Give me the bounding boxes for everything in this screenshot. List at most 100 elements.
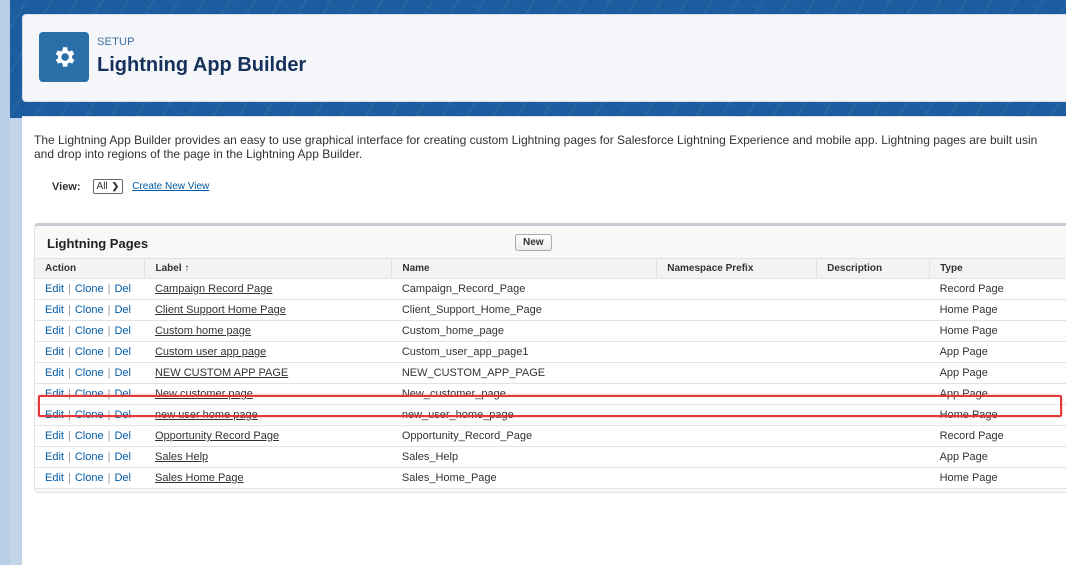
page-label-link[interactable]: New customer page xyxy=(155,388,253,400)
clone-link[interactable]: Clone xyxy=(75,367,104,379)
namespace-cell xyxy=(656,341,817,363)
delete-link[interactable]: Del xyxy=(114,283,131,295)
clone-link[interactable]: Clone xyxy=(75,430,104,442)
page-label-link[interactable]: Custom home page xyxy=(155,325,251,337)
edit-link[interactable]: Edit xyxy=(45,430,64,442)
description-cell xyxy=(816,299,930,321)
clone-link[interactable]: Clone xyxy=(75,409,104,421)
delete-link[interactable]: Del xyxy=(114,325,131,337)
type-cell: App Page xyxy=(929,446,1066,468)
namespace-cell xyxy=(656,299,817,321)
edit-link[interactable]: Edit xyxy=(45,283,64,295)
type-cell: Home Page xyxy=(929,320,1066,342)
type-cell: App Page xyxy=(929,383,1066,405)
delete-link[interactable]: Del xyxy=(114,304,131,316)
left-rail xyxy=(0,0,10,565)
page-label-link[interactable]: NEW CUSTOM APP PAGE xyxy=(155,367,288,379)
action-separator: | xyxy=(67,304,71,316)
list-title: Lightning Pages xyxy=(47,236,149,251)
action-separator: | xyxy=(107,388,111,400)
breadcrumb: SETUP xyxy=(97,36,135,48)
column-header-name[interactable]: Name xyxy=(391,258,658,279)
namespace-cell xyxy=(656,467,817,489)
table-row: Edit | Clone | Del Campaign Record Page Campai… xyxy=(35,278,1066,300)
label-cell: Custom home page xyxy=(144,320,392,342)
page-label-link[interactable]: Opportunity Record Page xyxy=(155,430,279,442)
main-content: The Lightning App Builder provides an ea… xyxy=(22,116,1066,565)
edit-link[interactable]: Edit xyxy=(45,472,64,484)
type-cell: Home Page xyxy=(929,467,1066,489)
delete-link[interactable]: Del xyxy=(114,367,131,379)
name-cell: Client_Support_Home_Page xyxy=(391,299,657,321)
delete-link[interactable]: Del xyxy=(114,409,131,421)
row-actions: Edit | Clone | Del xyxy=(35,425,145,447)
new-button[interactable]: New xyxy=(515,234,552,251)
page-label-link[interactable]: new user home page xyxy=(155,409,258,421)
action-separator: | xyxy=(67,451,71,463)
clone-link[interactable]: Clone xyxy=(75,346,104,358)
edit-link[interactable]: Edit xyxy=(45,325,64,337)
delete-link[interactable]: Del xyxy=(114,451,131,463)
description-cell xyxy=(816,278,930,300)
page-label-link[interactable]: Sales Home Page xyxy=(155,472,244,484)
edit-link[interactable]: Edit xyxy=(45,388,64,400)
column-header-type[interactable]: Type xyxy=(929,258,1066,279)
name-cell: Custom_user_app_page1 xyxy=(391,341,657,363)
description-cell xyxy=(816,383,930,405)
row-actions: Edit | Clone | Del xyxy=(35,278,145,300)
view-select[interactable]: All ❯ xyxy=(92,179,124,194)
clone-link[interactable]: Clone xyxy=(75,304,104,316)
description-cell xyxy=(816,320,930,342)
label-cell: Sales Home Page xyxy=(144,467,392,489)
edit-link[interactable]: Edit xyxy=(45,367,64,379)
table-row: Edit | Clone | Del Sales Help Sales_Help App Pa… xyxy=(35,446,1066,468)
type-cell: Record Page xyxy=(929,425,1066,447)
action-separator: | xyxy=(107,430,111,442)
row-actions: Edit | Clone | Del xyxy=(35,341,145,363)
action-separator: | xyxy=(107,283,111,295)
table-row: Edit | Clone | Del Opportunity Record Page Opp… xyxy=(35,425,1066,447)
table-row: Edit | Clone | Del NEW CUSTOM APP PAGE NEW_CUS… xyxy=(35,362,1066,384)
clone-link[interactable]: Clone xyxy=(75,472,104,484)
action-separator: | xyxy=(67,283,71,295)
page-label-link[interactable]: Custom user app page xyxy=(155,346,266,358)
clone-link[interactable]: Clone xyxy=(75,325,104,337)
page-label-link[interactable]: Client Support Home Page xyxy=(155,304,286,316)
name-cell: Sales_Help xyxy=(391,446,657,468)
view-label: View: xyxy=(52,180,81,193)
column-header-label[interactable]: Label ↑ xyxy=(144,258,393,279)
column-header-namespace-prefix[interactable]: Namespace Prefix xyxy=(656,258,818,279)
action-separator: | xyxy=(107,367,111,379)
clone-link[interactable]: Clone xyxy=(75,388,104,400)
delete-link[interactable]: Del xyxy=(114,472,131,484)
type-cell: Home Page xyxy=(929,404,1066,426)
column-header-action: Action xyxy=(35,258,146,279)
column-header-description[interactable]: Description xyxy=(816,258,931,279)
delete-link[interactable]: Del xyxy=(114,430,131,442)
table-row: Edit | Clone | Del Custom home page Custom_hom… xyxy=(35,320,1066,342)
row-actions: Edit | Clone | Del xyxy=(35,299,145,321)
name-cell: Opportunity_Record_Page xyxy=(391,425,657,447)
intro-line-1: The Lightning App Builder provides an ea… xyxy=(34,133,1038,147)
delete-link[interactable]: Del xyxy=(114,346,131,358)
name-cell: NEW_CUSTOM_APP_PAGE xyxy=(391,362,657,384)
action-separator: | xyxy=(107,409,111,421)
page-label-link[interactable]: Sales Help xyxy=(155,451,208,463)
edit-link[interactable]: Edit xyxy=(45,304,64,316)
create-new-view-link[interactable]: Create New View xyxy=(132,181,209,192)
clone-link[interactable]: Clone xyxy=(75,283,104,295)
delete-link[interactable]: Del xyxy=(114,388,131,400)
table-row: Edit | Clone | Del new user home page new_user… xyxy=(35,404,1066,426)
edit-link[interactable]: Edit xyxy=(45,346,64,358)
action-separator: | xyxy=(67,409,71,421)
row-actions: Edit | Clone | Del xyxy=(35,446,145,468)
edit-link[interactable]: Edit xyxy=(45,451,64,463)
edit-link[interactable]: Edit xyxy=(45,409,64,421)
name-cell: Sales_Home_Page xyxy=(391,467,657,489)
clone-link[interactable]: Clone xyxy=(75,451,104,463)
label-cell: Campaign Record Page xyxy=(144,278,392,300)
description-cell xyxy=(816,467,930,489)
page-label-link[interactable]: Campaign Record Page xyxy=(155,283,272,295)
label-cell: Custom user app page xyxy=(144,341,392,363)
name-cell: Campaign_Record_Page xyxy=(391,278,657,300)
